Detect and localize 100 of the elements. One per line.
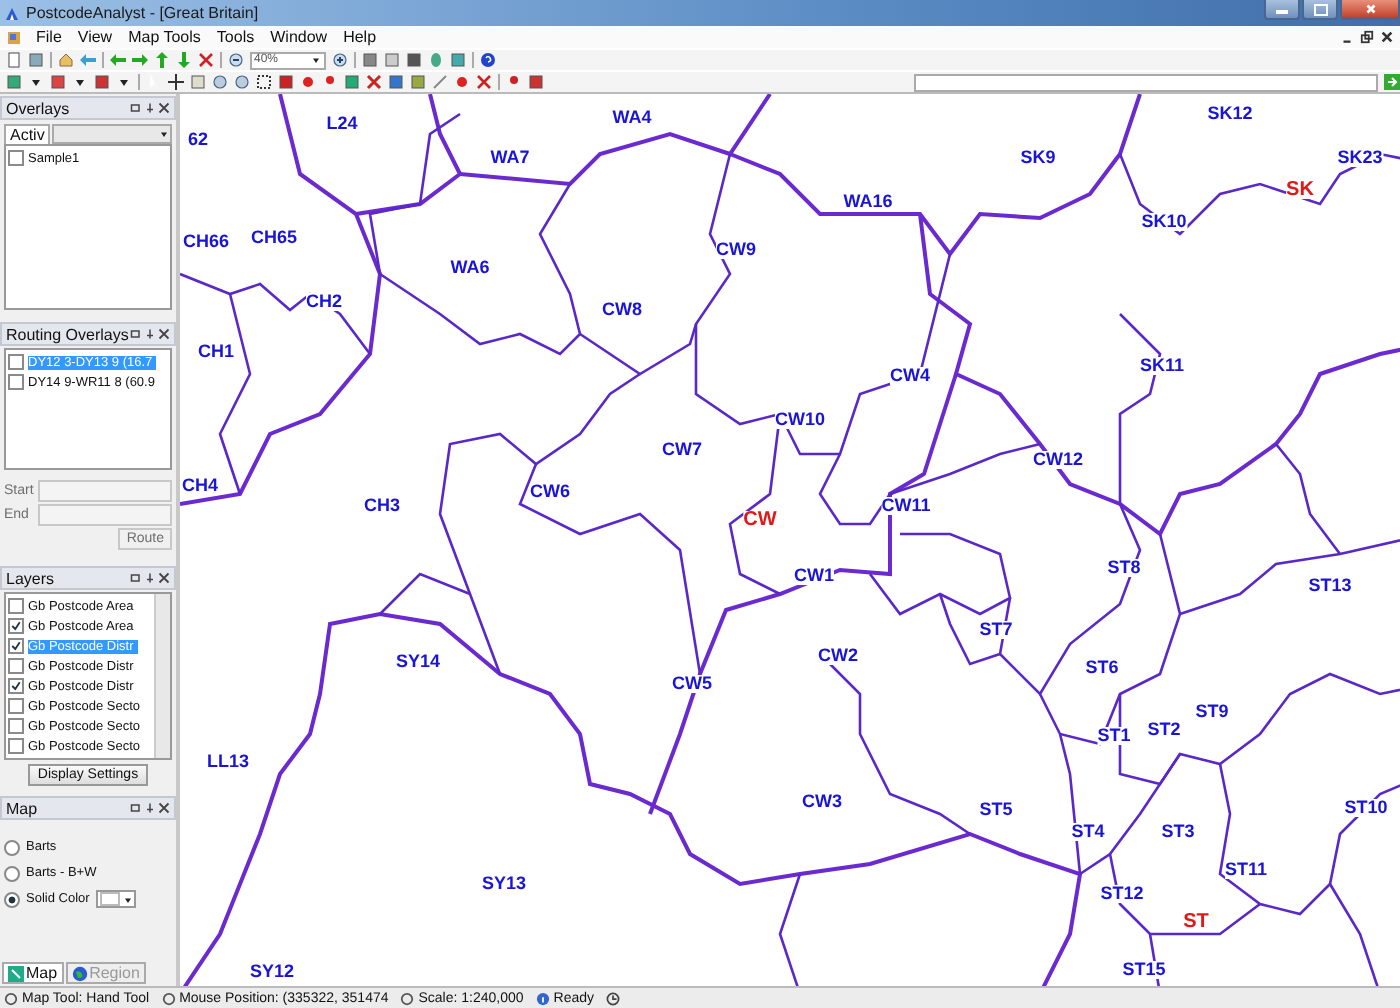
restore-icon[interactable] xyxy=(1360,30,1374,44)
district-label: CH65 xyxy=(251,229,297,247)
district-label: WA16 xyxy=(843,193,893,211)
arrow-right-icon[interactable] xyxy=(132,52,148,68)
menu-item[interactable]: Map Tools xyxy=(126,28,203,46)
go-icon[interactable] xyxy=(1384,74,1400,90)
checkbox[interactable] xyxy=(8,354,24,370)
district-label: WA6 xyxy=(450,259,490,277)
delete-icon[interactable] xyxy=(366,74,382,90)
checkbox[interactable] xyxy=(8,658,24,674)
window-title: PostcodeAnalyst - [Great Britain] xyxy=(26,4,259,22)
crosshair-icon[interactable] xyxy=(168,74,184,90)
color-picker[interactable] xyxy=(95,890,136,908)
panel-header: Map xyxy=(0,796,176,820)
district-label: CW10 xyxy=(775,411,825,429)
checkbox[interactable] xyxy=(8,638,24,654)
area-label: ST xyxy=(1183,913,1209,931)
district-label: WA4 xyxy=(612,109,652,127)
checkbox[interactable] xyxy=(8,150,24,166)
end-field[interactable] xyxy=(38,504,172,526)
point-icon[interactable] xyxy=(454,74,470,90)
checkbox[interactable] xyxy=(8,598,24,614)
search-field[interactable] xyxy=(914,73,1378,91)
checkbox[interactable] xyxy=(8,678,24,694)
caret-icon xyxy=(310,54,322,66)
close-icon[interactable] xyxy=(158,572,170,584)
start-field[interactable] xyxy=(38,480,172,502)
zoom-out-icon[interactable] xyxy=(228,52,244,68)
close-button[interactable] xyxy=(1340,0,1400,20)
checkbox[interactable] xyxy=(8,738,24,754)
checkbox[interactable] xyxy=(8,718,24,734)
select-rectangle-icon[interactable] xyxy=(256,74,272,90)
float-icon[interactable] xyxy=(130,102,142,114)
zoom-in-icon[interactable] xyxy=(332,52,348,68)
checkbox[interactable] xyxy=(8,698,24,714)
district-label: CH1 xyxy=(198,343,234,361)
arrow-down-icon[interactable] xyxy=(176,52,192,68)
checkbox[interactable] xyxy=(8,374,24,390)
area-label: SK xyxy=(1286,181,1314,199)
help-icon[interactable] xyxy=(480,52,496,68)
district-label: CW6 xyxy=(530,483,570,501)
maximize-button[interactable] xyxy=(1302,0,1338,20)
district-label: CH4 xyxy=(182,477,218,495)
new-file-icon[interactable] xyxy=(6,52,22,68)
district-label: SK12 xyxy=(1207,105,1253,123)
panel-header: Overlays xyxy=(0,96,176,120)
close-icon xyxy=(1363,2,1377,16)
close-icon[interactable] xyxy=(1380,30,1394,44)
district-label: ST7 xyxy=(979,621,1013,639)
panel-header: Routing Overlays xyxy=(0,322,176,346)
district-label: CW11 xyxy=(881,497,931,515)
panel-tab[interactable]: Activ xyxy=(4,124,51,144)
district-label: SK10 xyxy=(1141,213,1187,231)
district-label: ST1 xyxy=(1097,727,1131,745)
checkbox[interactable] xyxy=(8,618,24,634)
menu-item[interactable]: Window xyxy=(268,28,330,46)
close-icon[interactable] xyxy=(158,802,170,814)
district-label: SK11 xyxy=(1139,357,1185,375)
menu-item[interactable]: File xyxy=(34,28,64,46)
caret-icon[interactable] xyxy=(116,74,132,90)
close-icon[interactable] xyxy=(158,102,170,114)
district-label: LL13 xyxy=(207,753,249,771)
radio-button[interactable] xyxy=(4,839,20,855)
district-label: SK23 xyxy=(1337,149,1383,167)
arrow-up-icon[interactable] xyxy=(154,52,170,68)
district-label: ST12 xyxy=(1100,885,1144,903)
info-icon xyxy=(535,991,550,1005)
district-label: ST11 xyxy=(1225,861,1267,879)
caret-icon[interactable] xyxy=(72,74,88,90)
radio-button[interactable] xyxy=(4,891,20,907)
scrollbar[interactable] xyxy=(154,594,170,758)
district-label: SK9 xyxy=(1020,149,1056,167)
district-label: ST4 xyxy=(1071,823,1105,841)
menu-item[interactable]: Help xyxy=(341,28,379,46)
minimize-button[interactable] xyxy=(1264,0,1300,20)
line-icon[interactable] xyxy=(432,74,448,90)
caret-icon xyxy=(121,893,134,905)
district-label: ST13 xyxy=(1308,577,1352,595)
district-label: ST2 xyxy=(1147,721,1181,739)
float-icon[interactable] xyxy=(130,802,142,814)
district-label: CW8 xyxy=(602,301,642,319)
menu-item[interactable]: View xyxy=(75,28,115,46)
checkmark-icon xyxy=(10,680,22,692)
panel-tab[interactable]: Map xyxy=(2,962,64,984)
district-label: CW9 xyxy=(716,241,756,259)
caret-icon[interactable] xyxy=(28,74,44,90)
district-label: ST10 xyxy=(1344,799,1388,817)
district-label: ST15 xyxy=(1122,961,1166,979)
menu-item[interactable]: Tools xyxy=(214,28,257,46)
district-label: CW7 xyxy=(662,441,702,459)
float-icon[interactable] xyxy=(130,572,142,584)
radio-button[interactable] xyxy=(4,865,20,881)
close-icon[interactable] xyxy=(158,328,170,340)
panel-header: Layers xyxy=(0,566,176,590)
district-label: SY13 xyxy=(481,875,527,893)
district-label: WA7 xyxy=(490,149,530,167)
globe-icon xyxy=(71,965,88,981)
point-icon[interactable] xyxy=(300,74,316,90)
float-icon[interactable] xyxy=(130,328,142,340)
district-label: CH66 xyxy=(183,233,229,251)
